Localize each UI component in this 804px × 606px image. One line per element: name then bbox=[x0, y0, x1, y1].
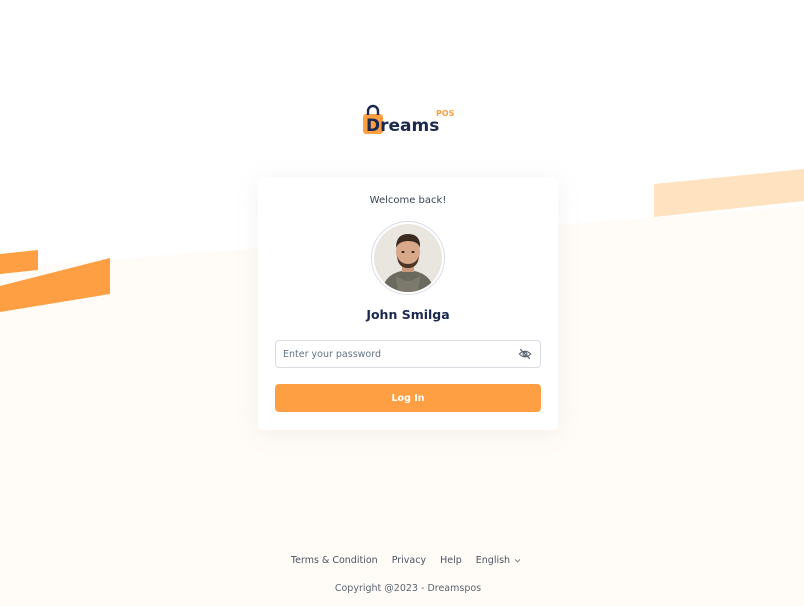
language-label: English bbox=[475, 555, 511, 566]
footer-link-help[interactable]: Help bbox=[440, 555, 462, 566]
footer-link-terms[interactable]: Terms & Condition bbox=[291, 555, 378, 566]
password-input[interactable] bbox=[275, 340, 541, 368]
user-avatar-photo-icon bbox=[374, 224, 442, 292]
footer-link-privacy[interactable]: Privacy bbox=[392, 555, 426, 566]
logo-suffix: POS bbox=[436, 109, 455, 118]
login-card: Welcome back! John Smilga Log In bbox=[258, 177, 558, 430]
login-button[interactable]: Log In bbox=[275, 384, 541, 412]
language-selector[interactable]: English bbox=[476, 555, 521, 566]
dreamspos-logo: Dreams POS bbox=[363, 104, 455, 136]
footer-links: Terms & Condition Privacy Help English bbox=[0, 555, 804, 566]
chevron-down-icon bbox=[514, 559, 521, 563]
copyright-text: Copyright @2023 - Dreamspos bbox=[334, 583, 482, 594]
avatar bbox=[371, 221, 445, 295]
logo-text: Dreams bbox=[366, 116, 439, 136]
user-name: John Smilga bbox=[366, 307, 450, 322]
welcome-text: Welcome back! bbox=[369, 195, 447, 206]
eye-off-icon[interactable] bbox=[518, 347, 532, 361]
